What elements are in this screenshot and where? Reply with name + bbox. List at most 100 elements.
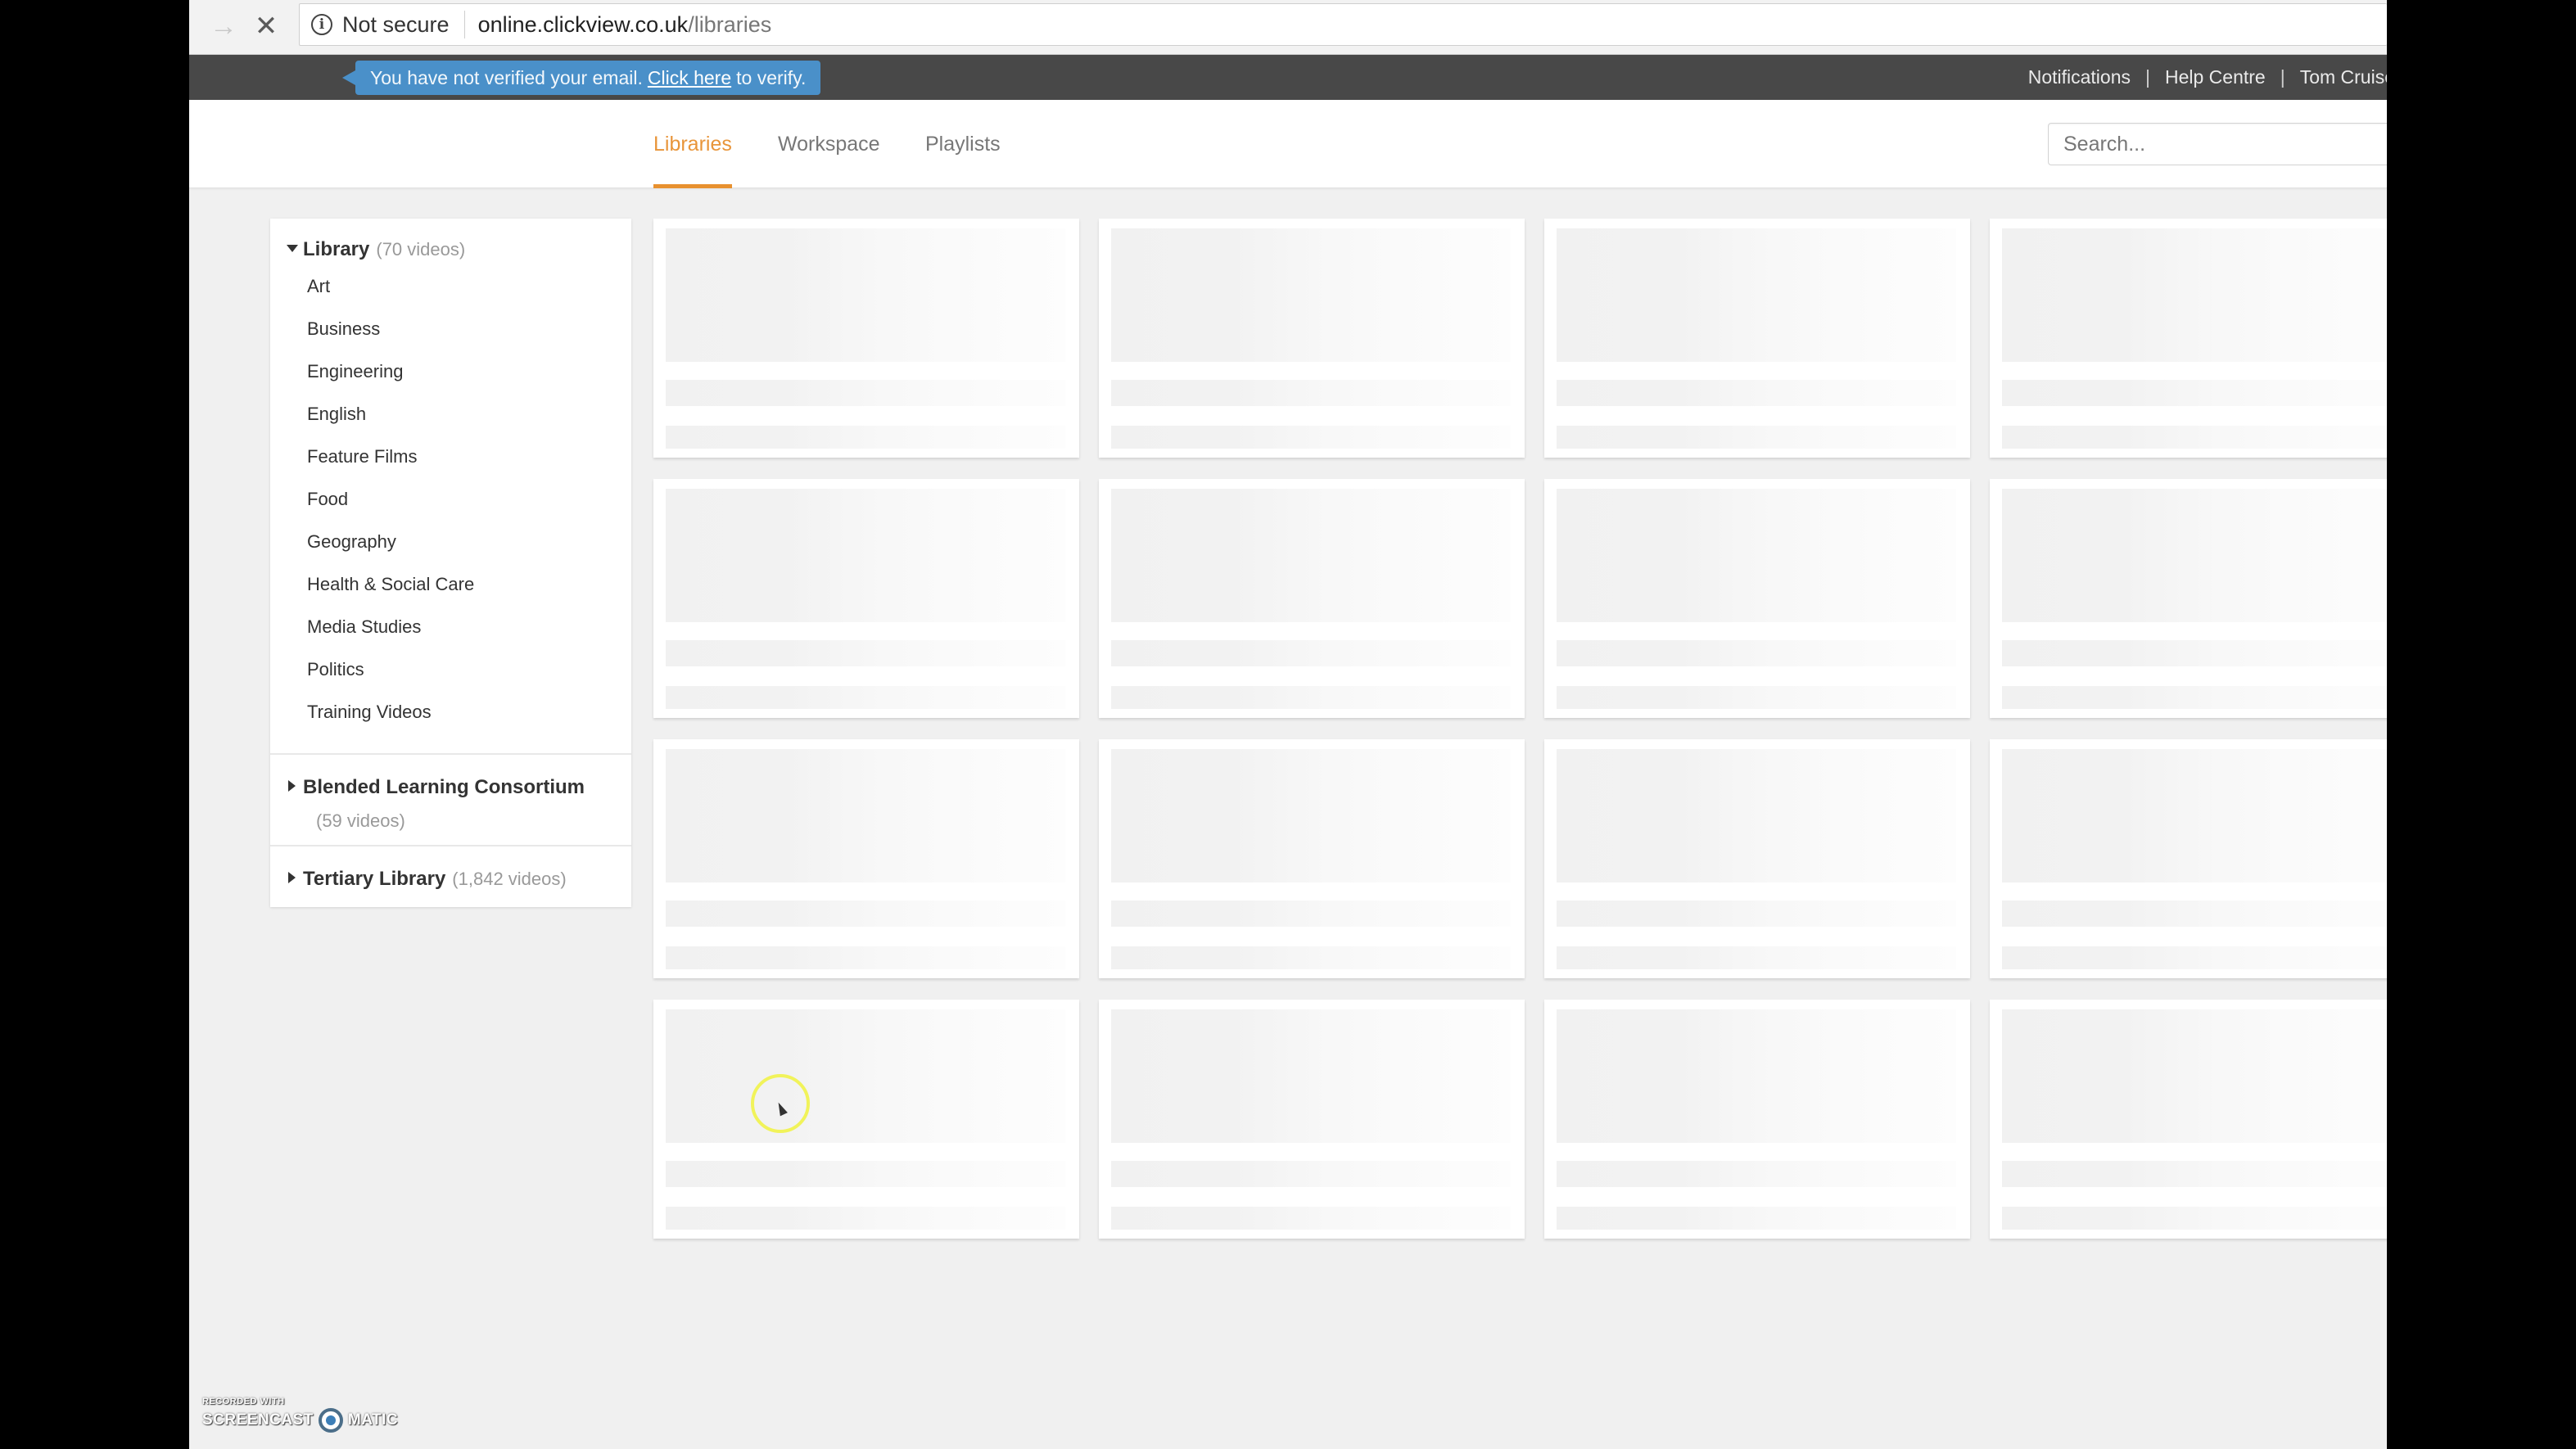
library-header[interactable]: Blended Learning Consortium (59 videos)	[270, 755, 631, 832]
browser-viewport: → ✕ i Not secure online.clickview.co.uk /…	[189, 0, 2387, 1449]
video-card-placeholder[interactable]	[1990, 1000, 2387, 1239]
main-navbar: Libraries Workspace Playlists	[189, 100, 2387, 188]
video-grid	[653, 219, 2387, 1239]
video-card-placeholder[interactable]	[1990, 479, 2387, 718]
title-placeholder	[1557, 1161, 1956, 1187]
title-placeholder	[2002, 640, 2387, 666]
category-engineering[interactable]: Engineering	[307, 361, 631, 404]
user-menu-link[interactable]: Tom Cruise	[2300, 66, 2387, 88]
category-health-social-care[interactable]: Health & Social Care	[307, 574, 631, 616]
thumbnail-placeholder	[1111, 489, 1511, 622]
category-politics[interactable]: Politics	[307, 659, 631, 702]
info-icon[interactable]: i	[311, 14, 332, 35]
video-card-placeholder[interactable]	[1099, 739, 1525, 978]
caret-right-icon[interactable]	[288, 780, 296, 792]
meta-placeholder	[1111, 1207, 1511, 1230]
link-separator: |	[2280, 66, 2285, 88]
video-card-placeholder[interactable]	[1544, 219, 1970, 458]
stop-loading-button[interactable]: ✕	[248, 8, 284, 44]
thumbnail-placeholder	[1557, 489, 1956, 622]
omnibox-divider	[463, 11, 465, 38]
library-header[interactable]: Tertiary Library (1,842 videos)	[270, 846, 631, 891]
video-card-placeholder[interactable]	[1099, 1000, 1525, 1239]
thumbnail-placeholder	[666, 749, 1065, 882]
verify-email-notice: You have not verified your email. Click …	[341, 61, 821, 95]
category-business[interactable]: Business	[307, 318, 631, 361]
library-name[interactable]: Tertiary Library	[303, 868, 445, 891]
library-name[interactable]: Library	[303, 238, 369, 261]
title-placeholder	[1111, 380, 1511, 406]
address-bar[interactable]: i Not secure online.clickview.co.uk/libr…	[299, 3, 2387, 46]
meta-placeholder	[666, 946, 1065, 969]
title-placeholder	[2002, 380, 2387, 406]
video-card-placeholder[interactable]	[653, 739, 1079, 978]
tab-workspace[interactable]: Workspace	[778, 100, 880, 188]
forward-button[interactable]: →	[206, 8, 242, 44]
meta-placeholder	[2002, 946, 2387, 969]
library-name[interactable]: Blended Learning Consortium	[303, 776, 585, 799]
thumbnail-placeholder	[2002, 228, 2387, 362]
title-placeholder	[666, 380, 1065, 406]
category-food[interactable]: Food	[307, 489, 631, 531]
category-media-studies[interactable]: Media Studies	[307, 616, 631, 659]
category-feature-films[interactable]: Feature Films	[307, 446, 631, 489]
video-card-placeholder[interactable]	[653, 479, 1079, 718]
arrow-right-icon: →	[210, 10, 237, 42]
thumbnail-placeholder	[666, 228, 1065, 362]
tab-playlists[interactable]: Playlists	[925, 100, 1001, 188]
title-placeholder	[1111, 1161, 1511, 1187]
notifications-link[interactable]: Notifications	[2028, 66, 2131, 88]
meta-placeholder	[2002, 686, 2387, 709]
category-art[interactable]: Art	[307, 276, 631, 318]
video-card-placeholder[interactable]	[653, 1000, 1079, 1239]
tab-libraries[interactable]: Libraries	[653, 100, 732, 188]
help-centre-link[interactable]: Help Centre	[2165, 66, 2266, 88]
video-card-placeholder[interactable]	[1544, 739, 1970, 978]
title-placeholder	[2002, 1161, 2387, 1187]
video-card-placeholder[interactable]	[1544, 1000, 1970, 1239]
thumbnail-placeholder	[1111, 228, 1511, 362]
video-card-placeholder[interactable]	[1544, 479, 1970, 718]
video-card-placeholder[interactable]	[653, 219, 1079, 458]
library-sidebar: Library (70 videos) Art Business Enginee…	[270, 219, 631, 907]
caret-right-icon[interactable]	[288, 872, 296, 883]
url-host[interactable]: online.clickview.co.uk	[478, 12, 689, 38]
browser-toolbar: → ✕ i Not secure online.clickview.co.uk /…	[189, 0, 2387, 55]
meta-placeholder	[666, 686, 1065, 709]
meta-placeholder	[1557, 426, 1956, 449]
watermark-line1: RECORDED WITH	[202, 1397, 285, 1406]
video-card-placeholder[interactable]	[1990, 739, 2387, 978]
video-card-placeholder[interactable]	[1990, 219, 2387, 458]
title-placeholder	[1111, 901, 1511, 927]
category-training-videos[interactable]: Training Videos	[307, 702, 631, 744]
search-input[interactable]	[2048, 123, 2387, 165]
title-placeholder	[1557, 640, 1956, 666]
url-path[interactable]: /libraries	[688, 12, 771, 38]
title-placeholder	[666, 640, 1065, 666]
thumbnail-placeholder	[2002, 489, 2387, 622]
security-label[interactable]: Not secure	[342, 12, 450, 38]
verify-notice-text: You have not verified your email.	[370, 66, 643, 88]
thumbnail-placeholder	[1111, 749, 1511, 882]
category-english[interactable]: English	[307, 404, 631, 446]
library-header[interactable]: Library (70 videos)	[270, 219, 631, 261]
verify-email-link[interactable]: Click here	[648, 67, 731, 89]
library-section: Library (70 videos) Art Business Enginee…	[270, 219, 631, 755]
close-icon: ✕	[254, 11, 278, 42]
watermark-brand-right: MATIC	[347, 1411, 399, 1429]
video-card-placeholder[interactable]	[1099, 479, 1525, 718]
title-placeholder	[1111, 640, 1511, 666]
title-placeholder	[666, 901, 1065, 927]
verify-notice-suffix: to verify.	[736, 66, 807, 88]
category-geography[interactable]: Geography	[307, 531, 631, 574]
meta-placeholder	[1557, 1207, 1956, 1230]
meta-placeholder	[1111, 426, 1511, 449]
screencast-logo-icon	[318, 1408, 343, 1433]
meta-placeholder	[2002, 426, 2387, 449]
title-placeholder	[666, 1161, 1065, 1187]
video-card-placeholder[interactable]	[1099, 219, 1525, 458]
meta-placeholder	[666, 1207, 1065, 1230]
link-separator: |	[2144, 66, 2150, 88]
caret-down-icon[interactable]	[287, 245, 298, 252]
thumbnail-placeholder	[1111, 1009, 1511, 1143]
